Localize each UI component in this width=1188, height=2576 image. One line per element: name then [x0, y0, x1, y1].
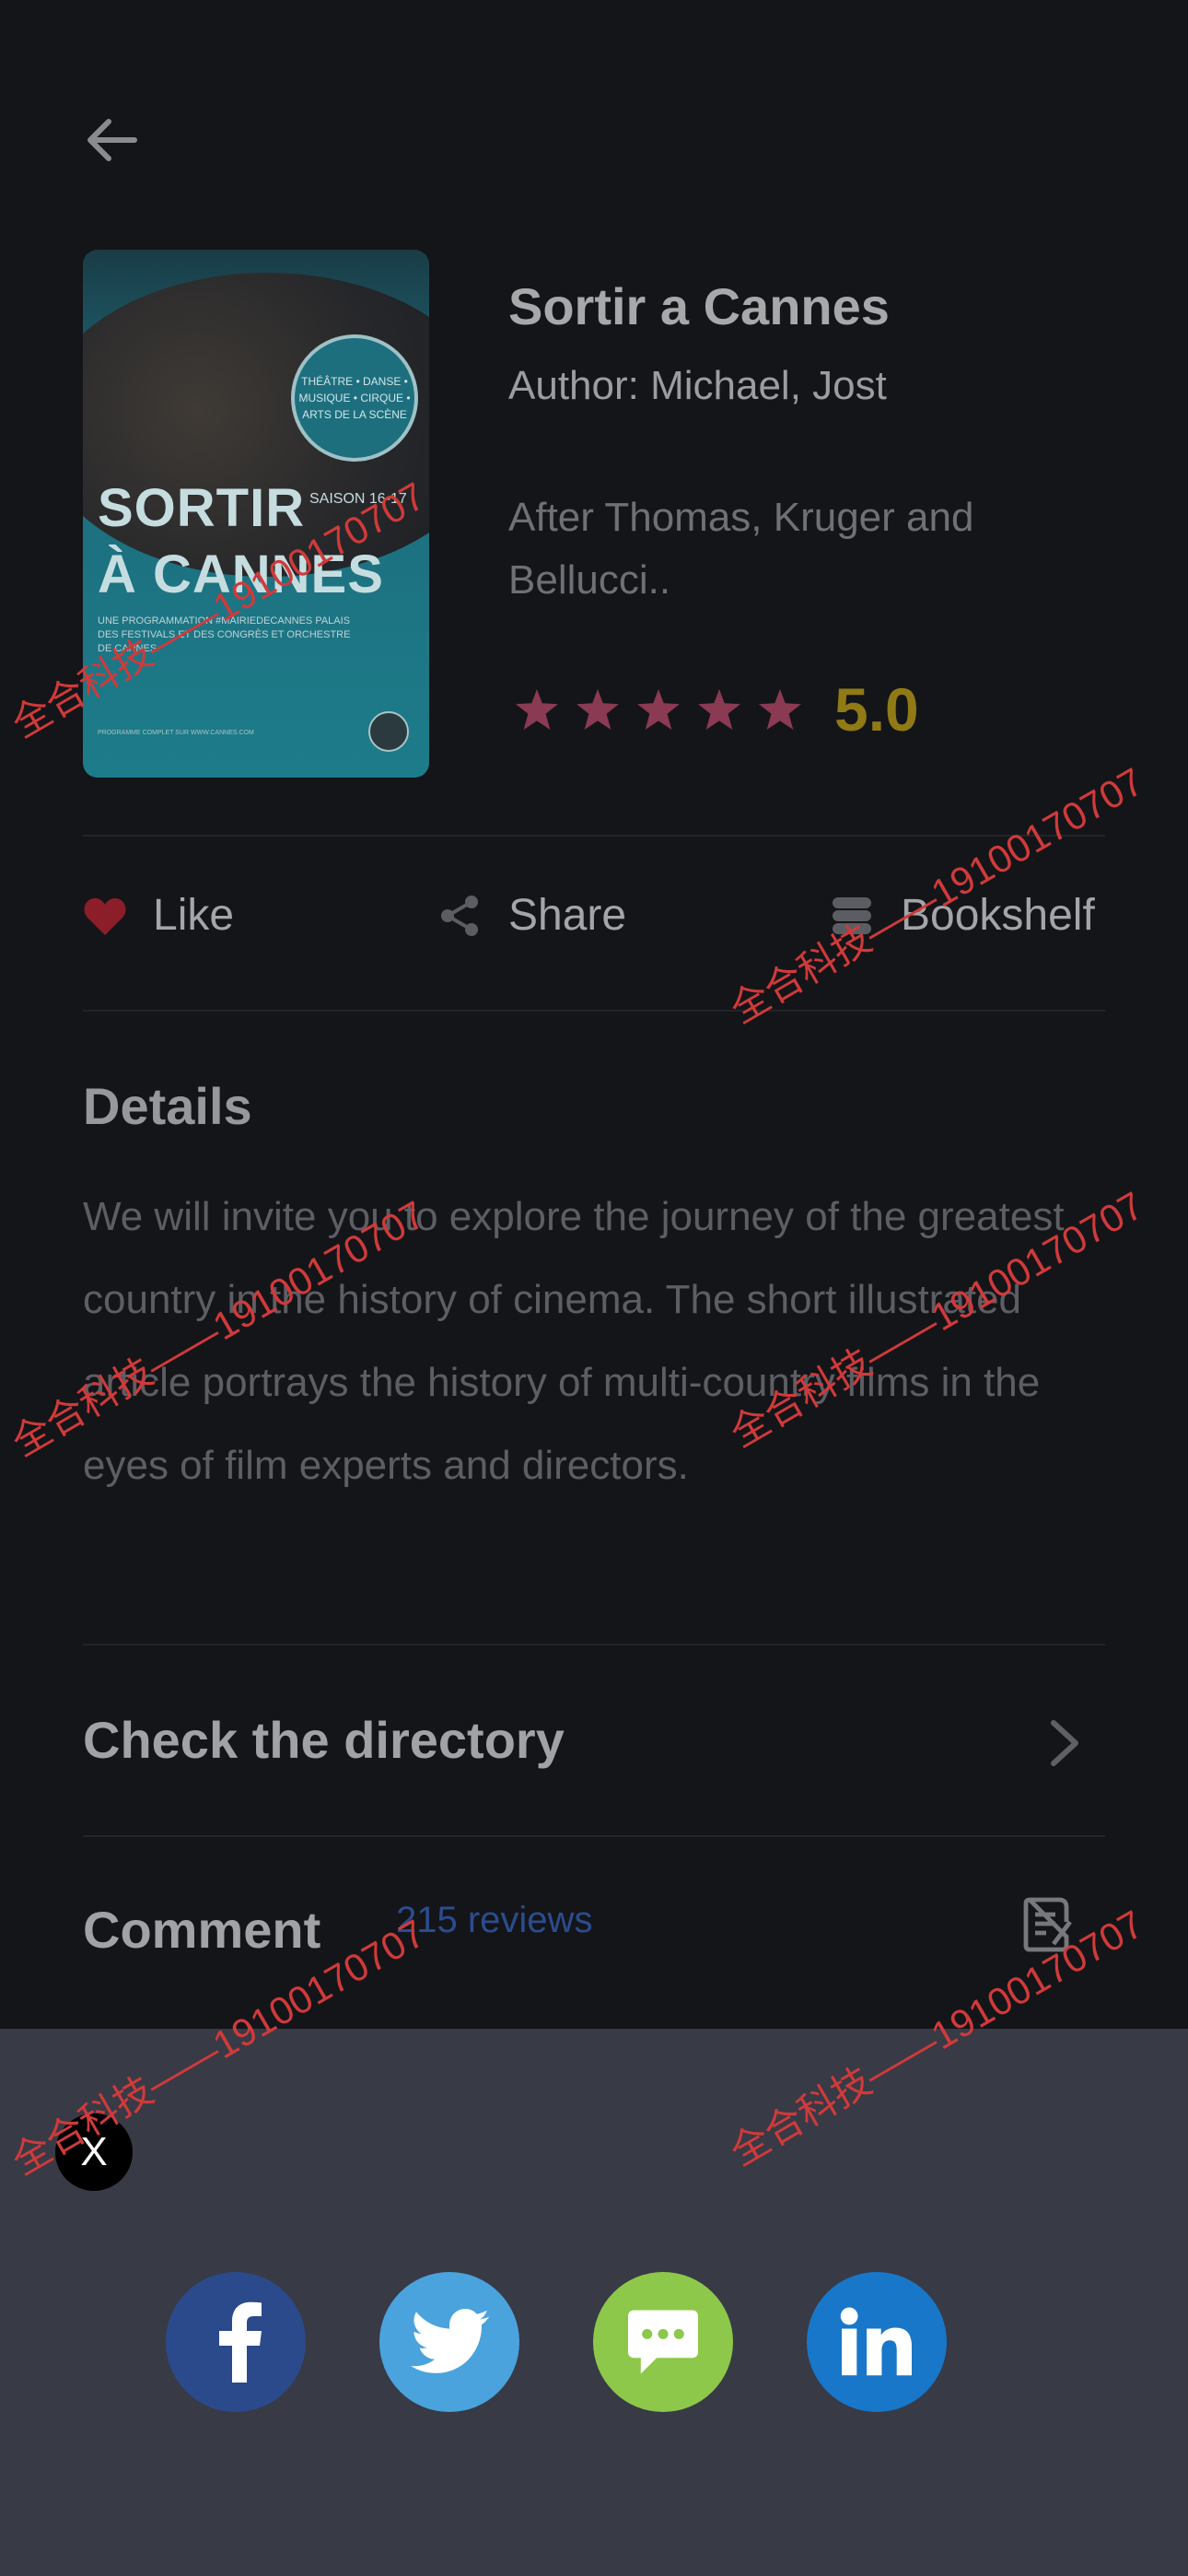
share-button[interactable]: Share	[438, 890, 626, 941]
heart-icon	[84, 897, 126, 935]
cover-badge: THÉÂTRE • DANSE • MUSIQUE • CIRQUE • ART…	[291, 334, 418, 462]
write-comment-icon[interactable]	[1020, 1896, 1076, 1953]
like-button[interactable]: Like	[83, 890, 234, 941]
cover-footer: PROGRAMME COMPLET SUR WWW.CANNES.COM	[98, 730, 254, 736]
close-button[interactable]: X	[55, 2113, 133, 2191]
divider	[83, 1010, 1105, 1012]
divider	[83, 1644, 1105, 1645]
bookshelf-icon	[833, 896, 871, 934]
reviews-link[interactable]: 215 reviews	[396, 1900, 592, 1941]
book-description: After Thomas, Kruger and Bellucci..	[508, 495, 974, 603]
details-heading: Details	[83, 1077, 252, 1135]
chevron-right-icon[interactable]	[1042, 1717, 1087, 1769]
like-label: Like	[153, 891, 235, 940]
message-icon	[628, 2310, 698, 2374]
book-cover[interactable]: THÉÂTRE • DANSE • MUSIQUE • CIRQUE • ART…	[83, 250, 429, 778]
rating-value: 5.0	[834, 675, 919, 744]
star-icon	[698, 689, 740, 730]
star-icon	[516, 689, 558, 730]
divider	[83, 835, 1105, 837]
bookshelf-label: Bookshelf	[901, 891, 1095, 940]
twitter-icon	[410, 2309, 490, 2373]
directory-link[interactable]: Check the directory	[83, 1710, 565, 1770]
linkedin-share-button[interactable]	[807, 2272, 947, 2412]
star-icon	[759, 689, 801, 730]
share-label: Share	[508, 891, 627, 940]
facebook-share-button[interactable]	[166, 2272, 306, 2412]
share-icon	[441, 895, 478, 936]
book-author: Author: Michael, Jost	[508, 363, 887, 408]
star-icon	[577, 689, 619, 730]
cover-subtitle: UNE PROGRAMMATION #MAIRIEDECANNES PALAIS…	[98, 615, 351, 654]
bookshelf-button[interactable]: Bookshelf	[829, 890, 1095, 941]
facebook-icon	[219, 2301, 262, 2383]
details-text: We will invite you to explore the journe…	[83, 1194, 1065, 1488]
divider	[83, 1835, 1105, 1837]
linkedin-icon	[840, 2307, 912, 2376]
messages-share-button[interactable]	[593, 2272, 733, 2412]
book-title: Sortir a Cannes	[508, 277, 890, 335]
back-arrow-icon[interactable]	[77, 107, 144, 173]
rating-stars	[516, 689, 801, 730]
cover-logo	[368, 711, 409, 752]
twitter-share-button[interactable]	[379, 2272, 519, 2412]
star-icon	[637, 689, 680, 730]
comment-heading: Comment	[83, 1901, 321, 1959]
cover-saison: SAISON 16-17	[309, 491, 407, 507]
